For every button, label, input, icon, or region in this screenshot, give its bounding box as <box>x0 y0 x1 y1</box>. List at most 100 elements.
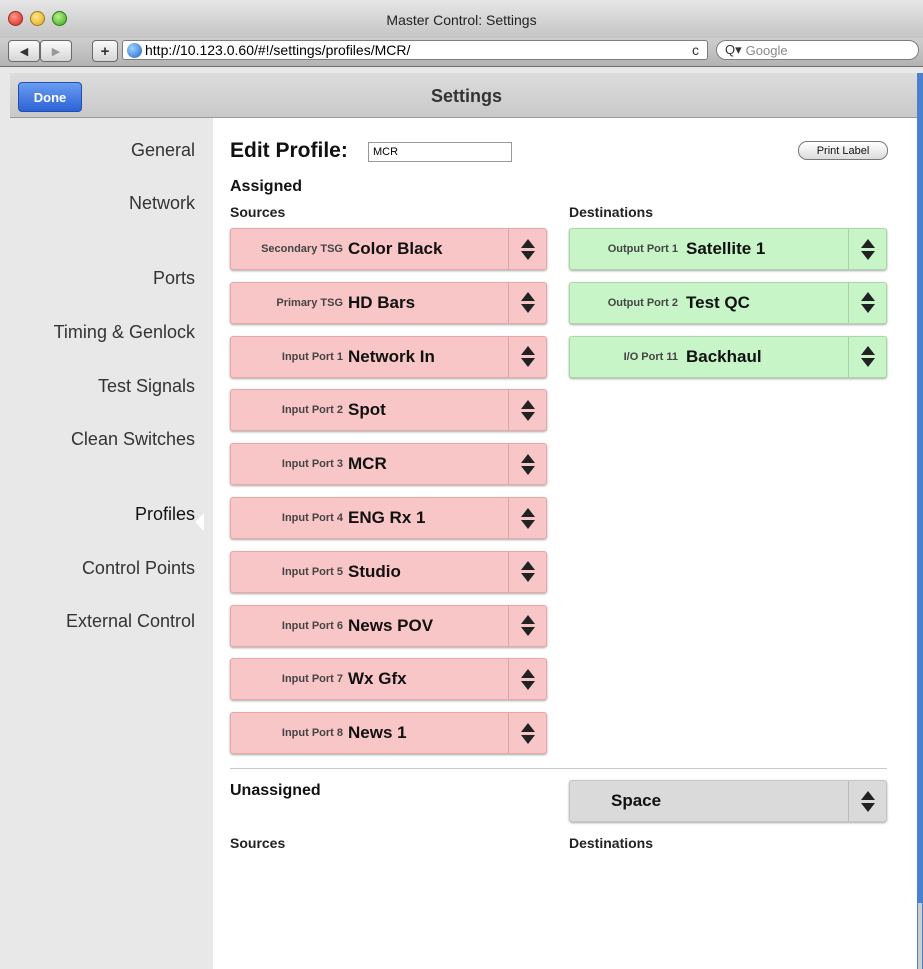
port-name: News POV <box>348 615 434 635</box>
sidebar-item-profiles[interactable]: Profiles <box>135 504 195 525</box>
sidebar-item-ports[interactable]: Ports <box>153 268 195 289</box>
reorder-handle[interactable] <box>508 551 546 592</box>
sidebar-item-test-signals[interactable]: Test Signals <box>98 376 195 397</box>
down-arrow-icon <box>860 802 875 812</box>
reorder-handle[interactable] <box>508 605 546 646</box>
reorder-handle[interactable] <box>508 659 546 700</box>
reorder-handle[interactable] <box>508 390 546 431</box>
down-arrow-icon <box>520 627 535 637</box>
window-edge <box>917 73 923 969</box>
port-name: Wx Gfx <box>348 669 407 689</box>
up-arrow-icon <box>860 238 875 248</box>
port-label: Primary TSG <box>276 296 343 309</box>
browser-toolbar: ◀ ▶ + http://10.123.0.60/#!/settings/pro… <box>0 38 923 67</box>
sidebar-item-timing-genlock[interactable]: Timing & Genlock <box>54 322 195 343</box>
port-label: Secondary TSG <box>261 243 343 255</box>
reload-icon[interactable]: c <box>692 42 699 58</box>
sidebar-item-external-control[interactable]: External Control <box>66 611 195 632</box>
port-name: Network In <box>348 346 435 366</box>
forward-arrow-icon: ▶ <box>51 45 61 58</box>
source-item[interactable]: Input Port 8 News 1 <box>230 712 547 755</box>
search-icon: Q▾ <box>725 42 742 57</box>
source-item[interactable]: Input Port 5 Studio <box>230 550 547 593</box>
source-item[interactable]: Input Port 3 MCR <box>230 443 547 486</box>
port-name: Satellite 1 <box>686 239 766 258</box>
up-arrow-icon <box>520 346 535 356</box>
port-label: Input Port 5 <box>281 565 343 578</box>
search-placeholder: Google <box>745 42 788 58</box>
assigned-heading: Assigned <box>230 178 303 195</box>
reorder-handle[interactable] <box>848 229 886 269</box>
source-item[interactable]: Input Port 6 News POV <box>230 604 547 647</box>
app-header: Done Settings <box>10 73 923 118</box>
source-item[interactable]: Primary TSG HD Bars <box>230 281 547 324</box>
port-name: Spot <box>348 400 386 420</box>
port-label: Input Port 1 <box>281 350 343 363</box>
source-item[interactable]: Input Port 7 Wx Gfx <box>230 658 547 701</box>
profile-name-input[interactable] <box>368 142 512 162</box>
destination-item[interactable]: Output Port 1 Satellite 1 <box>569 228 887 270</box>
sidebar-item-general[interactable]: General <box>131 140 195 161</box>
sidebar-item-control-points[interactable]: Control Points <box>82 558 195 579</box>
space-item[interactable]: Space <box>569 780 887 822</box>
url-bar[interactable]: http://10.123.0.60/#!/settings/profiles/… <box>122 40 708 60</box>
up-arrow-icon <box>520 561 535 571</box>
assigned-sources-heading: Sources <box>230 204 286 220</box>
up-arrow-icon <box>520 292 535 302</box>
down-arrow-icon <box>860 250 875 260</box>
port-label: Input Port 4 <box>281 512 343 524</box>
reorder-handle[interactable] <box>848 336 886 377</box>
reorder-handle[interactable] <box>508 336 546 377</box>
source-item[interactable]: Input Port 4 ENG Rx 1 <box>230 497 547 539</box>
page-title: Settings <box>430 86 502 106</box>
down-arrow-icon <box>520 734 535 744</box>
down-arrow-icon <box>860 304 875 314</box>
port-label: Input Port 6 <box>281 619 343 632</box>
sidebar: General Network Ports Timing & Genlock T… <box>10 118 214 969</box>
port-label: Input Port 2 <box>281 404 343 417</box>
reorder-handle[interactable] <box>508 229 546 269</box>
down-arrow-icon <box>520 411 535 421</box>
plus-icon: + <box>100 42 110 60</box>
port-name: MCR <box>348 454 387 474</box>
port-name: Backhaul <box>686 346 762 366</box>
destination-item[interactable]: I/O Port 11 Backhaul <box>569 335 887 378</box>
source-item[interactable]: Input Port 2 Spot <box>230 389 547 432</box>
down-arrow-icon <box>520 304 535 314</box>
forward-button[interactable]: ▶ <box>40 40 72 62</box>
down-arrow-icon <box>520 680 535 690</box>
print-label-button[interactable]: Print Label <box>798 141 888 160</box>
down-arrow-icon <box>520 519 535 529</box>
reorder-handle[interactable] <box>848 781 886 821</box>
port-label: Output Port 2 <box>607 296 678 309</box>
up-arrow-icon <box>520 399 535 409</box>
back-button[interactable]: ◀ <box>8 40 40 62</box>
reorder-handle[interactable] <box>508 713 546 754</box>
window-title: Master Control: Settings <box>386 12 537 28</box>
add-bookmark-button[interactable]: + <box>92 40 118 62</box>
destination-item[interactable]: Output Port 2 Test QC <box>569 281 887 324</box>
reorder-handle[interactable] <box>508 444 546 485</box>
space-label: Space <box>611 791 662 810</box>
port-label: Output Port 1 <box>607 243 678 255</box>
source-item[interactable]: Input Port 1 Network In <box>230 335 547 378</box>
sidebar-item-network[interactable]: Network <box>129 193 195 214</box>
scrollbar[interactable] <box>918 903 922 969</box>
unassigned-destinations-heading: Destinations <box>569 835 654 851</box>
up-arrow-icon <box>520 238 535 248</box>
back-arrow-icon: ◀ <box>19 45 29 58</box>
reorder-handle[interactable] <box>508 498 546 538</box>
url-text: http://10.123.0.60/#!/settings/profiles/… <box>145 42 411 58</box>
search-input[interactable]: Q▾ Google <box>716 40 919 60</box>
sidebar-item-clean-switches[interactable]: Clean Switches <box>71 429 195 450</box>
reorder-handle[interactable] <box>508 282 546 323</box>
reorder-handle[interactable] <box>848 282 886 323</box>
port-name: Test QC <box>686 292 750 312</box>
up-arrow-icon <box>860 346 875 356</box>
unassigned-heading: Unassigned <box>230 782 321 799</box>
window-titlebar: Master Control: Settings <box>0 0 923 39</box>
up-arrow-icon <box>520 453 535 463</box>
port-label: Input Port 7 <box>281 673 343 686</box>
source-item[interactable]: Secondary TSG Color Black <box>230 228 547 270</box>
up-arrow-icon <box>520 507 535 517</box>
